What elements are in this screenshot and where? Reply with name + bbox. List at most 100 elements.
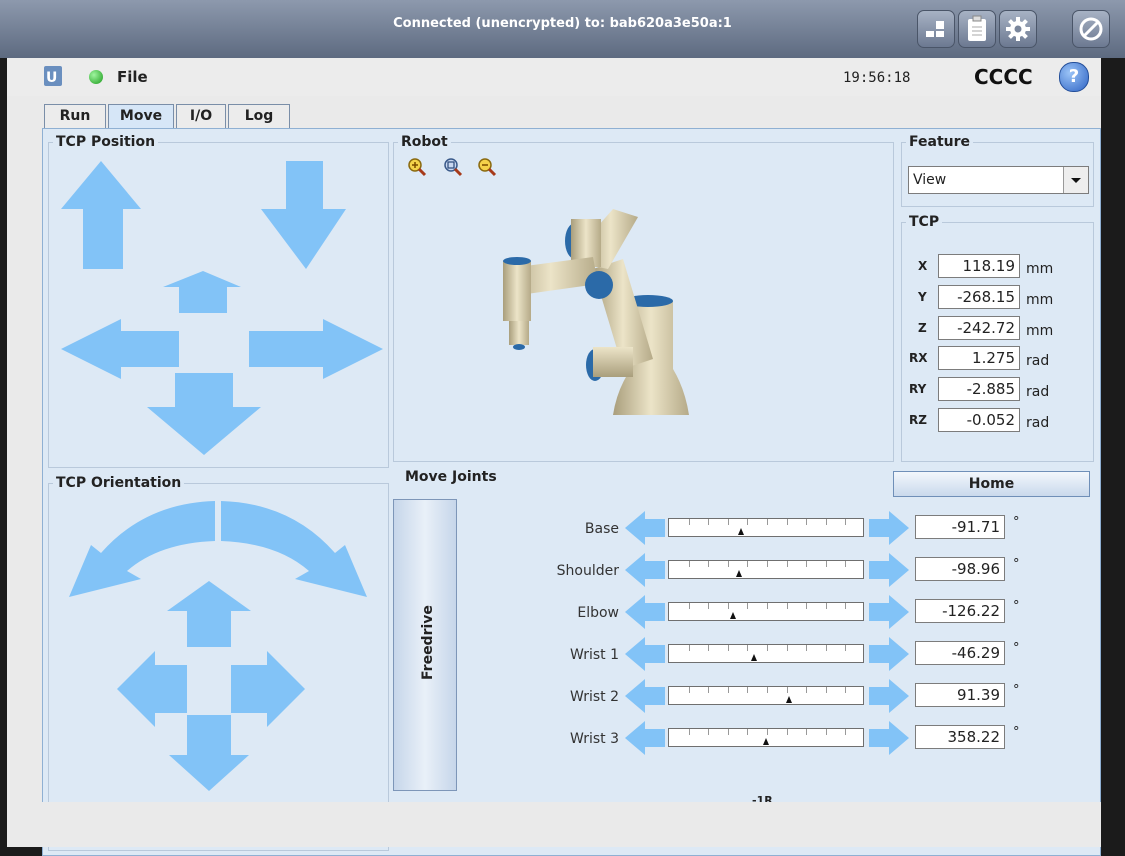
- fullscreen-toggle-icon[interactable]: [917, 10, 955, 48]
- tcp-orientation-title: TCP Orientation: [53, 475, 185, 491]
- tab-io[interactable]: I/O: [176, 104, 226, 128]
- zoom-out-icon[interactable]: [477, 157, 497, 181]
- tcp-y-label: Y: [918, 290, 927, 304]
- joint-increase-arrow-icon[interactable]: [869, 553, 909, 587]
- slider-tick: [845, 687, 847, 693]
- slider-tick: [845, 603, 847, 609]
- joint-value[interactable]: -98.96: [915, 557, 1005, 581]
- vnc-title-bar: Connected (unencrypted) to: bab620a3e50a…: [0, 0, 1125, 58]
- joint-decrease-arrow-icon[interactable]: [625, 595, 665, 629]
- move-backward-arrow-icon[interactable]: [147, 373, 261, 455]
- help-icon[interactable]: ?: [1059, 62, 1089, 92]
- svg-text:U: U: [46, 70, 57, 86]
- feature-dropdown-value: View: [913, 172, 947, 188]
- joint-slider[interactable]: [668, 644, 864, 663]
- slider-tick: [825, 687, 827, 693]
- joint-increase-arrow-icon[interactable]: [869, 511, 909, 545]
- joint-increase-arrow-icon[interactable]: [869, 679, 909, 713]
- joint-name: Wrist 1: [570, 647, 619, 663]
- feature-dropdown[interactable]: View: [908, 166, 1089, 194]
- degree-unit: °: [1013, 515, 1020, 530]
- joint-slider[interactable]: [668, 602, 864, 621]
- chevron-down-icon[interactable]: [1063, 167, 1088, 193]
- joint-value[interactable]: -126.22: [915, 599, 1005, 623]
- tab-move[interactable]: Move: [108, 104, 174, 128]
- tcp-y-unit: mm: [1026, 292, 1054, 308]
- tab-log[interactable]: Log: [228, 104, 290, 128]
- slider-tick: [845, 729, 847, 735]
- rotate-right-arrow-icon[interactable]: [221, 501, 367, 597]
- slider-tick: [727, 729, 729, 735]
- slider-tick: [688, 645, 690, 651]
- move-forward-arrow-icon[interactable]: [163, 271, 241, 313]
- robot-title: Robot: [398, 134, 451, 150]
- joint-name: Wrist 3: [570, 731, 619, 747]
- move-up-left-arrow-icon[interactable]: [61, 161, 141, 269]
- joint-slider[interactable]: [668, 518, 864, 537]
- joint-decrease-arrow-icon[interactable]: [625, 637, 665, 671]
- slider-thumb[interactable]: [763, 738, 769, 745]
- joint-name: Elbow: [577, 605, 619, 621]
- slider-tick: [767, 687, 768, 693]
- tcp-rz-value: -0.052: [938, 408, 1020, 432]
- tcp-rx-label: RX: [909, 351, 928, 365]
- joint-value[interactable]: -46.29: [915, 641, 1005, 665]
- joint-decrease-arrow-icon[interactable]: [625, 553, 665, 587]
- tcp-rz-label: RZ: [909, 413, 927, 427]
- gear-icon[interactable]: [999, 10, 1037, 48]
- tilt-backward-arrow-icon[interactable]: [169, 715, 249, 791]
- tcp-x-value: 118.19: [938, 254, 1020, 278]
- tcp-ry-value: -2.885: [938, 377, 1020, 401]
- slider-thumb[interactable]: [751, 654, 758, 661]
- tcp-rx-value: 1.275: [938, 346, 1020, 370]
- move-down-right-arrow-icon[interactable]: [261, 161, 346, 269]
- move-right-arrow-icon[interactable]: [249, 319, 383, 379]
- zoom-in-icon[interactable]: [407, 157, 427, 181]
- move-left-arrow-icon[interactable]: [61, 319, 179, 379]
- joint-decrease-arrow-icon[interactable]: [625, 511, 665, 545]
- rotate-left-arrow-icon[interactable]: [69, 501, 215, 597]
- file-menu[interactable]: File: [117, 68, 148, 86]
- joint-decrease-arrow-icon[interactable]: [625, 721, 665, 755]
- joint-increase-arrow-icon[interactable]: [869, 637, 909, 671]
- tab-run[interactable]: Run: [44, 104, 106, 128]
- slider-tick: [747, 561, 749, 567]
- joint-value[interactable]: 91.39: [915, 683, 1005, 707]
- joint-increase-arrow-icon[interactable]: [869, 721, 909, 755]
- status-led-icon: [89, 70, 103, 84]
- slider-tick: [688, 519, 690, 525]
- slider-tick: [727, 687, 729, 693]
- slider-tick: [845, 561, 847, 567]
- slider-tick: [767, 603, 768, 609]
- joint-value[interactable]: 358.22: [915, 725, 1005, 749]
- slider-tick: [825, 561, 827, 567]
- joint-decrease-arrow-icon[interactable]: [625, 679, 665, 713]
- slider-tick: [786, 519, 788, 525]
- slider-tick: [806, 603, 808, 609]
- joint-slider[interactable]: [668, 686, 864, 705]
- slider-tick: [845, 519, 847, 525]
- ur-logo-icon: U: [43, 65, 63, 91]
- slider-tick: [845, 645, 847, 651]
- polyscope-app: U File 19:56:18 CCCC ? Run Move I/O Log …: [7, 58, 1101, 856]
- tilt-right-arrow-icon[interactable]: [231, 651, 305, 727]
- clipboard-icon[interactable]: [958, 10, 996, 48]
- slider-thumb[interactable]: [730, 612, 737, 619]
- disconnect-icon[interactable]: [1072, 10, 1110, 48]
- tilt-left-arrow-icon[interactable]: [117, 651, 187, 727]
- slider-thumb[interactable]: [737, 528, 744, 535]
- home-button[interactable]: Home: [893, 471, 1090, 497]
- zoom-fit-icon[interactable]: [443, 157, 463, 181]
- slider-tick: [806, 519, 808, 525]
- degree-unit: °: [1013, 599, 1020, 614]
- slider-thumb[interactable]: [735, 570, 742, 577]
- joint-value[interactable]: -91.71: [915, 515, 1005, 539]
- slider-thumb[interactable]: [786, 696, 793, 703]
- tcp-x-label: X: [918, 259, 928, 273]
- joint-slider[interactable]: [668, 728, 864, 747]
- freedrive-button[interactable]: Freedrive: [393, 499, 457, 791]
- joint-increase-arrow-icon[interactable]: [869, 595, 909, 629]
- joint-slider[interactable]: [668, 560, 864, 579]
- tilt-forward-arrow-icon[interactable]: [167, 581, 251, 647]
- tcp-z-label: Z: [918, 321, 927, 335]
